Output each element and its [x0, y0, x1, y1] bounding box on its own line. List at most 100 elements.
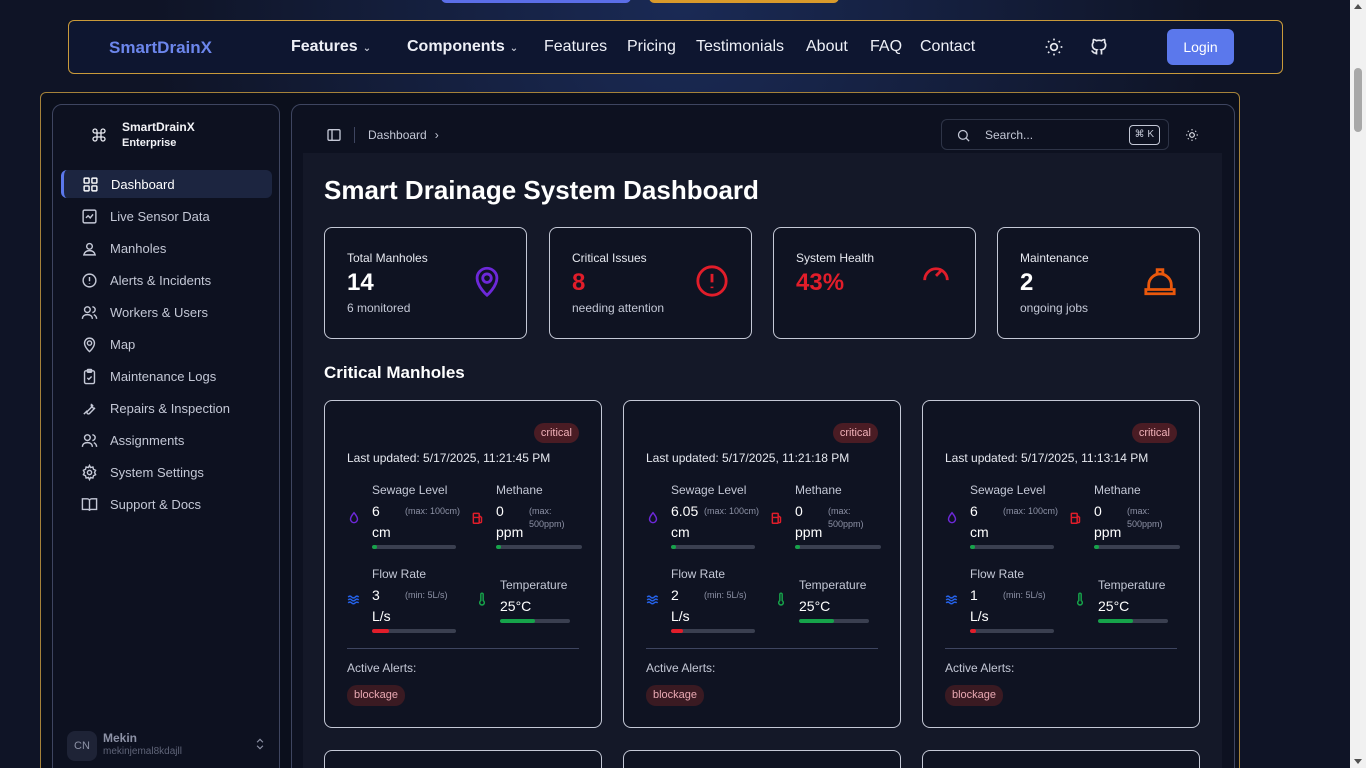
- sidebar-item-assignments[interactable]: Assignments: [61, 426, 272, 454]
- metric-label: Flow Rate: [671, 567, 726, 581]
- metric-hint: (max: 500ppm): [529, 506, 565, 529]
- github-icon[interactable]: [1089, 37, 1109, 57]
- sidebar-item-maintenance-logs[interactable]: Maintenance Logs: [61, 362, 272, 390]
- top-button-partial[interactable]: [441, 0, 631, 3]
- sidebar-title: SmartDrainX: [122, 120, 195, 134]
- droplet-icon: [947, 511, 957, 524]
- page-scrollbar[interactable]: [1350, 0, 1366, 768]
- sidebar: SmartDrainX Enterprise Dashboard Live Se…: [52, 104, 280, 768]
- metric-label: Methane: [1094, 483, 1141, 497]
- clipboard-check-icon: [83, 368, 96, 384]
- divider: [347, 648, 579, 649]
- alert-circle-icon: [696, 265, 728, 297]
- breadcrumb[interactable]: Dashboard ›: [368, 128, 439, 142]
- scroll-thumb[interactable]: [1354, 68, 1362, 132]
- sun-icon[interactable]: [1185, 128, 1199, 142]
- sidebar-item-label: Support & Docs: [110, 496, 202, 512]
- user-email: mekinjemal8kdajll: [103, 746, 182, 757]
- sidebar-item-map[interactable]: Map: [61, 330, 272, 358]
- metric-sewage-level: Sewage Level 6.05 cm (max: 100cm): [646, 483, 766, 553]
- temperature-bar: [799, 619, 869, 623]
- top-navbar: SmartDrainX Features ⌄ Components ⌄ Featur…: [68, 20, 1283, 74]
- nav-contact[interactable]: Contact: [920, 38, 975, 56]
- metric-value: 6.05 cm: [671, 503, 699, 540]
- last-updated: Last updated: 5/17/2025, 11:21:18 PM: [646, 451, 850, 465]
- sidebar-item-workers-users[interactable]: Workers & Users: [61, 298, 272, 326]
- status-badge: critical: [533, 423, 579, 443]
- manhole-card-partial: [623, 750, 901, 768]
- sidebar-item-label: Alerts & Incidents: [110, 272, 212, 288]
- sidebar-item-label: Map: [110, 336, 136, 352]
- alert-chip[interactable]: blockage: [347, 685, 406, 706]
- metric-label: Flow Rate: [970, 567, 1025, 581]
- nav-testimonials[interactable]: Testimonials: [696, 38, 784, 56]
- alert-chip[interactable]: blockage: [646, 685, 705, 706]
- search-placeholder: Search...: [985, 128, 1034, 142]
- sidebar-item-label: Maintenance Logs: [110, 368, 217, 384]
- sidebar-item-live-sensor-data[interactable]: Live Sensor Data: [61, 202, 272, 230]
- metric-hint: (max: 100cm): [704, 506, 760, 516]
- nav-features[interactable]: Features: [544, 38, 607, 56]
- alert-chip[interactable]: blockage: [945, 685, 1004, 706]
- metric-value: 6 cm: [970, 503, 989, 540]
- manhole-card[interactable]: critical Last updated: 5/17/2025, 11:13:…: [922, 400, 1200, 728]
- metric-methane: Methane 0 ppm (max: 500ppm): [770, 483, 890, 553]
- metric-hint: (max: 500ppm): [828, 506, 864, 529]
- methane-bar: [496, 545, 582, 549]
- sidebar-item-dashboard[interactable]: Dashboard: [61, 170, 272, 198]
- manhole-card-partial: [324, 750, 602, 768]
- nav-faq[interactable]: FAQ: [870, 38, 902, 56]
- manhole-card[interactable]: critical Last updated: 5/17/2025, 11:21:…: [623, 400, 901, 728]
- manhole-card[interactable]: critical Last updated: 5/17/2025, 11:21:…: [324, 400, 602, 728]
- wrench-icon: [83, 402, 96, 415]
- toolbar-divider: [354, 127, 355, 143]
- alert-circle-icon: [82, 272, 97, 288]
- metric-value: 2 L/s: [671, 587, 690, 624]
- chevrons-up-down-icon: [256, 738, 264, 750]
- sidebar-toggle-icon[interactable]: [326, 127, 342, 143]
- metric-value: 25°C: [799, 598, 831, 614]
- stat-card-critical-issues: Critical Issues 8 needing attention: [549, 227, 752, 339]
- dashboard-content: Smart Drainage System Dashboard Total Ma…: [303, 153, 1222, 768]
- sidebar-item-repairs-inspection[interactable]: Repairs & Inspection: [61, 394, 272, 422]
- divider: [646, 648, 878, 649]
- sewage-level-bar: [372, 545, 456, 549]
- sidebar-item-alerts[interactable]: Alerts & Incidents: [61, 266, 272, 294]
- nav-about[interactable]: About: [806, 38, 848, 56]
- methane-bar: [1094, 545, 1180, 549]
- nav-features-dropdown[interactable]: Features ⌄: [291, 38, 371, 56]
- sidebar-item-label: Repairs & Inspection: [110, 400, 230, 416]
- metric-temperature: Temperature 25°C: [475, 578, 595, 628]
- status-badge: critical: [832, 423, 878, 443]
- sidebar-item-support-docs[interactable]: Support & Docs: [61, 490, 272, 518]
- droplet-icon: [648, 511, 658, 524]
- search-input[interactable]: Search... ⌘ K: [941, 119, 1169, 150]
- users-icon: [81, 433, 98, 447]
- last-updated: Last updated: 5/17/2025, 11:21:45 PM: [347, 451, 551, 465]
- navbar-brand[interactable]: SmartDrainX: [109, 38, 212, 58]
- metric-value: 0 ppm: [496, 503, 524, 540]
- sidebar-item-system-settings[interactable]: System Settings: [61, 458, 272, 486]
- login-button[interactable]: Login: [1167, 29, 1234, 65]
- stat-card-system-health: System Health 43%: [773, 227, 976, 339]
- flow-rate-bar: [372, 629, 456, 633]
- nav-components-dropdown[interactable]: Components ⌄: [407, 38, 518, 56]
- scroll-down-arrow-icon[interactable]: [1354, 759, 1362, 764]
- map-pin-icon: [83, 336, 96, 353]
- stat-value: 8: [572, 269, 586, 296]
- top-button-partial[interactable]: [649, 0, 839, 3]
- stat-sub: needing attention: [572, 301, 665, 315]
- user-menu[interactable]: CN Mekin mekinjemal8kdajll: [67, 731, 267, 763]
- metric-temperature: Temperature 25°C: [774, 578, 894, 628]
- metric-value: 1 L/s: [970, 587, 989, 624]
- stat-label: Critical Issues: [572, 251, 647, 265]
- sidebar-item-manholes[interactable]: Manholes: [61, 234, 272, 262]
- metric-label: Sewage Level: [372, 483, 448, 497]
- nav-pricing[interactable]: Pricing: [627, 38, 676, 56]
- scroll-up-arrow-icon[interactable]: [1354, 4, 1362, 9]
- sewage-level-bar: [970, 545, 1054, 549]
- thermometer-icon: [1076, 592, 1084, 606]
- chevron-down-icon: ⌄: [509, 43, 519, 54]
- sun-icon[interactable]: [1044, 37, 1064, 57]
- metric-label: Temperature: [799, 578, 867, 592]
